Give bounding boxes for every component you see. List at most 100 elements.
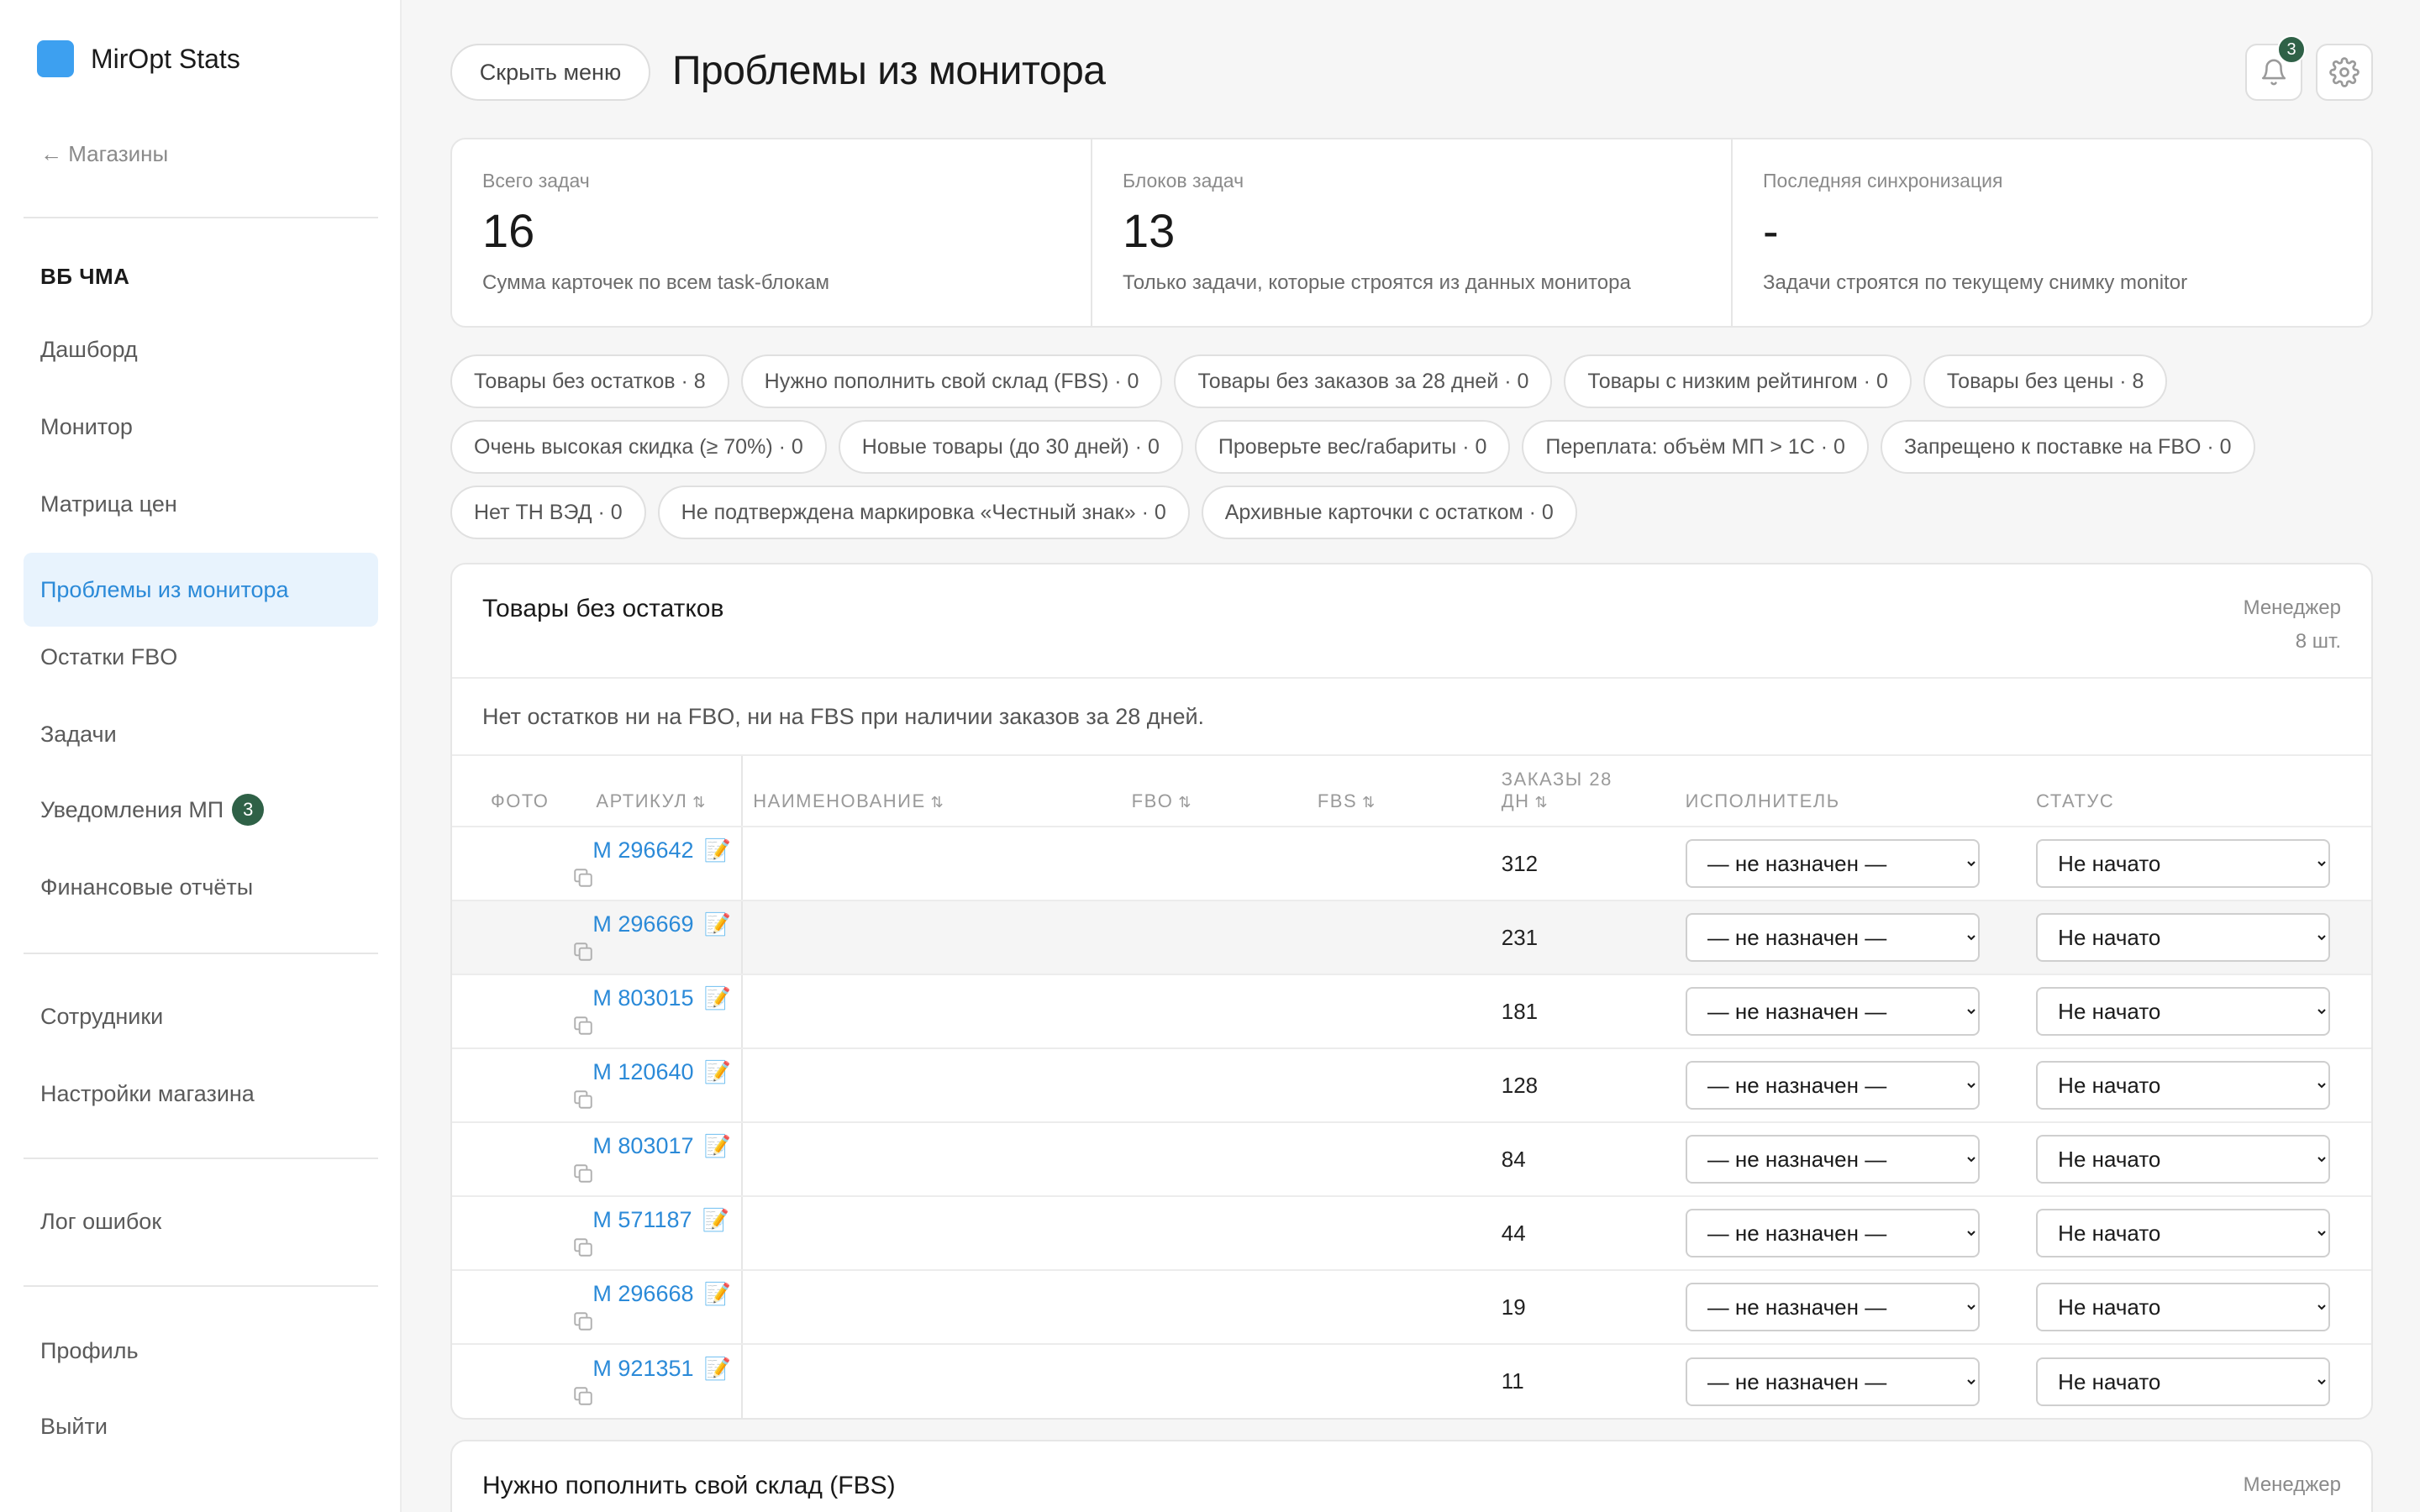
chip-overpayment-volume[interactable]: Переплата: объём МП > 1С · 0: [1522, 420, 1869, 474]
chip-no-stock[interactable]: Товары без остатков · 8: [450, 354, 729, 408]
copy-icon[interactable]: [572, 1310, 594, 1332]
copy-icon[interactable]: [572, 1385, 594, 1407]
status-select[interactable]: Не начато: [2036, 839, 2331, 888]
status-select[interactable]: Не начато: [2036, 1209, 2331, 1257]
status-select[interactable]: Не начато: [2036, 1283, 2331, 1331]
edit-note-icon[interactable]: 📝: [704, 985, 731, 1011]
chip-no-orders-28d[interactable]: Товары без заказов за 28 дней · 0: [1174, 354, 1553, 408]
fbs-cell: [1307, 1196, 1491, 1271]
fbo-cell: [1121, 1270, 1307, 1345]
col-orders-28d[interactable]: ЗАКАЗЫ 28 ДН ⇅: [1491, 756, 1676, 827]
sku-link[interactable]: М 921351: [592, 1356, 693, 1381]
chip-fbo-forbidden[interactable]: Запрещено к поставке на FBO · 0: [1880, 420, 2255, 474]
settings-button[interactable]: [2316, 44, 2373, 101]
status-select[interactable]: Не начато: [2036, 1135, 2331, 1184]
assignee-select[interactable]: — не назначен —: [1685, 1209, 1980, 1257]
assignee-select[interactable]: — не назначен —: [1685, 1283, 1980, 1331]
stat-value: 13: [1123, 204, 1176, 257]
table-row: М 571187 📝 44— не назначен — Не начато: [452, 1196, 2371, 1271]
col-status: СТАТУС: [2026, 756, 2371, 827]
nav-tasks[interactable]: Задачи: [24, 697, 378, 771]
copy-icon[interactable]: [572, 941, 594, 963]
sku-link[interactable]: М 296642: [592, 837, 693, 863]
nav-store-settings[interactable]: Настройки магазина: [24, 1057, 378, 1131]
copy-icon[interactable]: [572, 1089, 594, 1110]
photo-cell: [452, 827, 566, 901]
status-select[interactable]: Не начато: [2036, 1061, 2331, 1110]
article-cell: М 803015 📝: [566, 974, 744, 1049]
edit-note-icon[interactable]: 📝: [702, 1207, 729, 1232]
nav-mp-notifications[interactable]: Уведомления МП 3: [24, 773, 378, 847]
copy-icon[interactable]: [572, 1015, 594, 1037]
assignee-select[interactable]: — не назначен —: [1685, 913, 1980, 962]
edit-note-icon[interactable]: 📝: [704, 1133, 731, 1158]
col-fbo[interactable]: FBO ⇅: [1121, 756, 1307, 827]
notifications-button[interactable]: 3: [2245, 35, 2306, 101]
chip-marking-unconfirmed[interactable]: Не подтверждена маркировка «Честный знак…: [657, 486, 1190, 539]
chip-no-tnved[interactable]: Нет ТН ВЭД · 0: [450, 486, 646, 539]
nav-dashboard[interactable]: Дашборд: [24, 312, 378, 386]
nav-profile[interactable]: Профиль: [24, 1314, 378, 1388]
sku-link[interactable]: М 120640: [592, 1059, 693, 1084]
sku-link[interactable]: М 296669: [592, 911, 693, 937]
copy-icon[interactable]: [572, 1236, 594, 1258]
status-select[interactable]: Не начато: [2036, 913, 2331, 962]
nav-monitor[interactable]: Монитор: [24, 390, 378, 464]
task-block-no-stock: Товары без остатков Менеджер 8 шт. Нет о…: [450, 563, 2373, 1420]
status-select[interactable]: Не начато: [2036, 1357, 2331, 1406]
edit-note-icon[interactable]: 📝: [704, 1281, 731, 1306]
nav-label: Лог ошибок: [40, 1208, 162, 1234]
chip-no-price[interactable]: Товары без цены · 8: [1923, 354, 2168, 408]
block-meta: Менеджер 8 шт.: [2244, 591, 2341, 659]
col-name[interactable]: НАИМЕНОВАНИЕ ⇅: [742, 756, 1122, 827]
brand[interactable]: MirOpt Stats: [37, 40, 240, 77]
chip-high-discount[interactable]: Очень высокая скидка (≥ 70%) · 0: [450, 420, 827, 474]
nav-monitor-problems[interactable]: Проблемы из монитора: [24, 553, 378, 627]
nav-price-matrix[interactable]: Матрица цен: [24, 467, 378, 541]
nav-label: Настройки магазина: [40, 1080, 255, 1106]
fbo-cell: [1121, 1048, 1307, 1123]
orders-cell: 312: [1491, 827, 1676, 901]
orders-cell: 128: [1491, 1048, 1676, 1123]
nav-error-log[interactable]: Лог ошибок: [24, 1184, 378, 1258]
col-label: ЗАКАЗЫ 28: [1501, 769, 1612, 790]
assignee-select[interactable]: — не назначен —: [1685, 839, 1980, 888]
sku-link[interactable]: М 296668: [592, 1281, 693, 1306]
nav-fbo-stock[interactable]: Остатки FBO: [24, 620, 378, 694]
copy-icon[interactable]: [572, 867, 594, 889]
stat-last-sync: Последняя синхронизация - Задачи строятс…: [1733, 139, 2371, 326]
col-label: НАИМЕНОВАНИЕ: [753, 790, 926, 811]
table-row: М 120640 📝 128— не назначен — Не начато: [452, 1048, 2371, 1123]
nav-financial-reports[interactable]: Финансовые отчёты: [24, 850, 378, 924]
edit-note-icon[interactable]: 📝: [704, 911, 731, 937]
edit-note-icon[interactable]: 📝: [704, 1356, 731, 1381]
chip-new-products[interactable]: Новые товары (до 30 дней) · 0: [838, 420, 1183, 474]
hide-menu-button[interactable]: Скрыть меню: [450, 44, 650, 101]
nav-logout[interactable]: Выйти: [24, 1389, 378, 1463]
chip-low-rating[interactable]: Товары с низким рейтингом · 0: [1564, 354, 1912, 408]
assignee-select[interactable]: — не назначен —: [1685, 1357, 1980, 1406]
back-to-stores-link[interactable]: ← Магазины: [40, 141, 168, 167]
fbo-cell: [1121, 900, 1307, 975]
edit-note-icon[interactable]: 📝: [704, 1059, 731, 1084]
nav-label: Сотрудники: [40, 1003, 164, 1029]
col-article[interactable]: АРТИКУЛ ⇅: [566, 756, 744, 827]
status-select[interactable]: Не начато: [2036, 987, 2331, 1036]
sku-link[interactable]: М 803015: [592, 985, 693, 1011]
orders-cell: 11: [1501, 1368, 1524, 1394]
sku-link[interactable]: М 571187: [592, 1207, 692, 1232]
edit-note-icon[interactable]: 📝: [704, 837, 731, 863]
assignee-select[interactable]: — не назначен —: [1685, 1135, 1980, 1184]
block-title: Нужно пополнить свой склад (FBS): [482, 1472, 896, 1499]
sku-link[interactable]: М 803017: [592, 1133, 693, 1158]
chip-check-dimensions[interactable]: Проверьте вес/габариты · 0: [1194, 420, 1511, 474]
nav-employees[interactable]: Сотрудники: [24, 979, 378, 1053]
assignee-select[interactable]: — не назначен —: [1685, 1061, 1980, 1110]
assignee-select[interactable]: — не назначен —: [1685, 987, 1980, 1036]
chip-archived-with-stock[interactable]: Архивные карточки с остатком · 0: [1201, 486, 1577, 539]
chip-restock-fbs[interactable]: Нужно пополнить свой склад (FBS) · 0: [740, 354, 1163, 408]
nav-label: Профиль: [40, 1337, 139, 1363]
photo-cell: [452, 1048, 566, 1123]
copy-icon[interactable]: [572, 1163, 594, 1184]
col-fbs[interactable]: FBS ⇅: [1307, 756, 1491, 827]
